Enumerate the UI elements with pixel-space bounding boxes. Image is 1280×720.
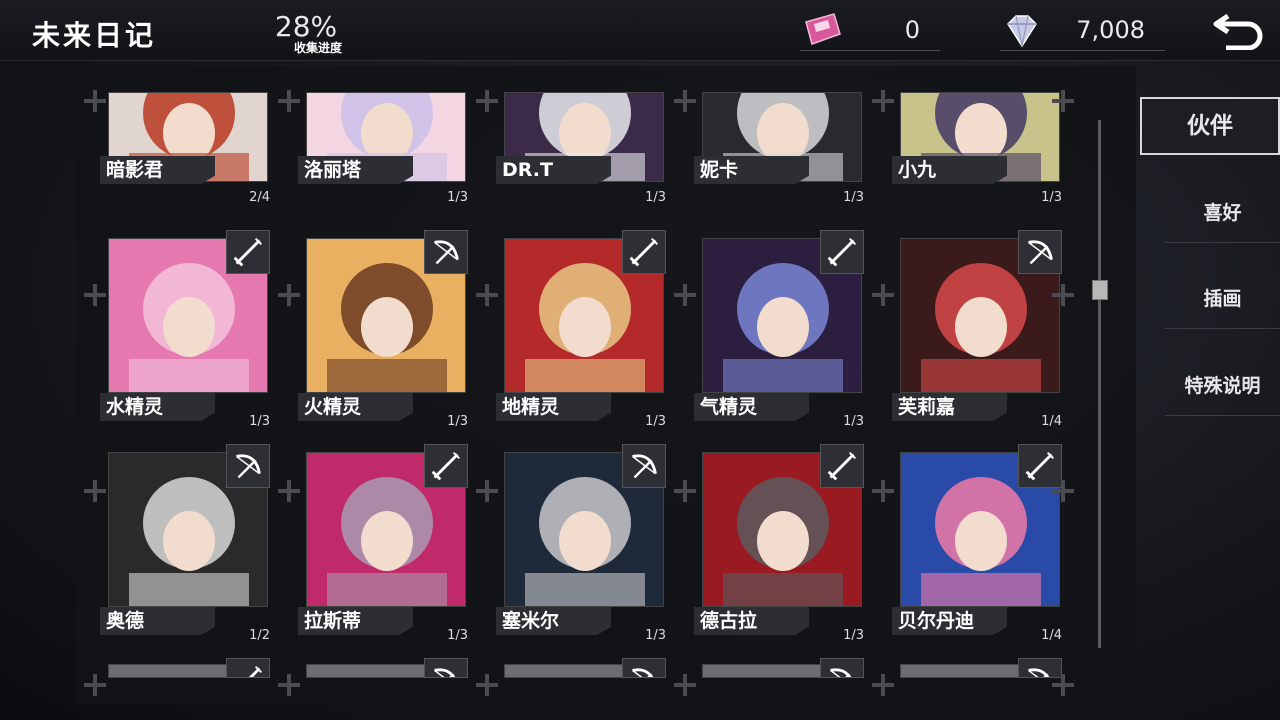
character-name: 塞米尔 (496, 607, 611, 635)
character-card[interactable]: 火精灵 1/3 (298, 230, 468, 429)
grid-plus-marker (674, 480, 696, 502)
character-progress-count: 1/3 (645, 190, 666, 205)
grid-plus-marker (84, 480, 106, 502)
bow-icon (622, 444, 666, 488)
grid-plus-marker (476, 284, 498, 306)
bow-icon (424, 658, 468, 678)
tab-partners[interactable]: 伙伴 (1140, 97, 1280, 155)
tab-preferences[interactable]: 喜好 (1165, 184, 1280, 243)
character-progress-count: 1/4 (1041, 414, 1062, 429)
sword-icon (820, 230, 864, 274)
grid-plus-marker (674, 90, 696, 112)
grid-plus-marker (278, 284, 300, 306)
character-card[interactable]: 塞米尔 1/3 (496, 444, 666, 643)
grid-plus-marker (476, 674, 498, 696)
character-card[interactable]: 贝尔丹迪 1/4 (892, 444, 1062, 643)
character-card[interactable]: 德古拉 1/3 (694, 444, 864, 643)
bow-icon (424, 230, 468, 274)
grid-plus-marker (476, 90, 498, 112)
grid-plus-marker (872, 284, 894, 306)
character-progress-count: 1/3 (447, 414, 468, 429)
diamond-count: 7,008 (1076, 16, 1145, 44)
grid-plus-marker (278, 674, 300, 696)
character-progress-count: 1/3 (447, 190, 468, 205)
collection-progress: 28% 收集进度 (270, 10, 342, 56)
grid-plus-marker (476, 480, 498, 502)
top-bar: 未来日记 28% 收集进度 0 7,008 (0, 0, 1280, 61)
character-progress-count: 1/3 (843, 190, 864, 205)
character-card[interactable]: 地精灵 1/3 (496, 230, 666, 429)
bow-icon (1018, 230, 1062, 274)
character-name: 芙莉嘉 (892, 393, 1007, 421)
sword-icon (820, 444, 864, 488)
grid-plus-marker (674, 284, 696, 306)
character-progress-count: 1/2 (249, 628, 270, 643)
grid-plus-marker (278, 480, 300, 502)
grid-plus-marker (84, 674, 106, 696)
character-name: 拉斯蒂 (298, 607, 413, 635)
tab-special-notes[interactable]: 特殊说明 (1165, 357, 1280, 416)
grid-plus-marker (872, 90, 894, 112)
grid-plus-marker (84, 284, 106, 306)
ticket-icon (805, 13, 841, 45)
character-card-partial[interactable] (694, 658, 864, 678)
sword-icon (226, 230, 270, 274)
character-name: 奥德 (100, 607, 215, 635)
bow-icon (226, 444, 270, 488)
character-progress-count: 1/3 (249, 414, 270, 429)
grid-plus-marker (84, 90, 106, 112)
character-card-partial[interactable] (892, 658, 1062, 678)
page-title: 未来日记 (32, 19, 157, 52)
character-progress-count: 1/3 (645, 414, 666, 429)
character-card[interactable]: 拉斯蒂 1/3 (298, 444, 468, 643)
character-progress-count: 1/4 (1041, 628, 1062, 643)
character-progress-count: 2/4 (249, 190, 270, 205)
character-card[interactable]: 水精灵 1/3 (100, 230, 270, 429)
character-progress-count: 1/3 (447, 628, 468, 643)
ticket-currency[interactable]: 0 (800, 10, 940, 51)
scrollbar-track[interactable] (1098, 120, 1101, 648)
tab-illustrations[interactable]: 插画 (1165, 270, 1280, 329)
character-card[interactable]: 气精灵 1/3 (694, 230, 864, 429)
ticket-count: 0 (904, 16, 920, 44)
grid-plus-marker (872, 480, 894, 502)
grid-plus-marker (1052, 284, 1074, 306)
character-card-partial[interactable] (298, 658, 468, 678)
sword-icon (424, 444, 468, 488)
sword-icon (622, 230, 666, 274)
bow-icon (820, 658, 864, 678)
back-arrow-icon[interactable] (1210, 10, 1266, 50)
character-progress-count: 1/3 (843, 414, 864, 429)
grid-plus-marker (1052, 90, 1074, 112)
character-name: 小九 (892, 156, 1007, 184)
character-name: 妮卡 (694, 156, 809, 184)
character-name: 洛丽塔 (298, 156, 413, 184)
character-name: DR.T (496, 156, 611, 184)
character-card[interactable]: 奥德 1/2 (100, 444, 270, 643)
character-name: 德古拉 (694, 607, 809, 635)
character-card-partial[interactable] (100, 658, 270, 678)
bow-icon (622, 658, 666, 678)
diamond-icon (1007, 15, 1037, 48)
character-progress-count: 1/3 (645, 628, 666, 643)
character-progress-count: 1/3 (1041, 190, 1062, 205)
character-card[interactable]: 芙莉嘉 1/4 (892, 230, 1062, 429)
scrollbar-thumb[interactable] (1092, 280, 1108, 300)
character-name: 火精灵 (298, 393, 413, 421)
grid-plus-marker (674, 674, 696, 696)
character-name: 暗影君 (100, 156, 215, 184)
grid-plus-marker (278, 90, 300, 112)
progress-label: 收集进度 (294, 41, 343, 55)
diamond-currency[interactable]: 7,008 (1000, 10, 1165, 51)
character-name: 地精灵 (496, 393, 611, 421)
character-name: 贝尔丹迪 (892, 607, 1007, 635)
grid-plus-marker (1052, 480, 1074, 502)
character-card-partial[interactable] (496, 658, 666, 678)
character-name: 气精灵 (694, 393, 809, 421)
grid-plus-marker (1052, 674, 1074, 696)
grid-plus-marker (872, 674, 894, 696)
sword-icon (226, 658, 270, 678)
character-progress-count: 1/3 (843, 628, 864, 643)
character-name: 水精灵 (100, 393, 215, 421)
